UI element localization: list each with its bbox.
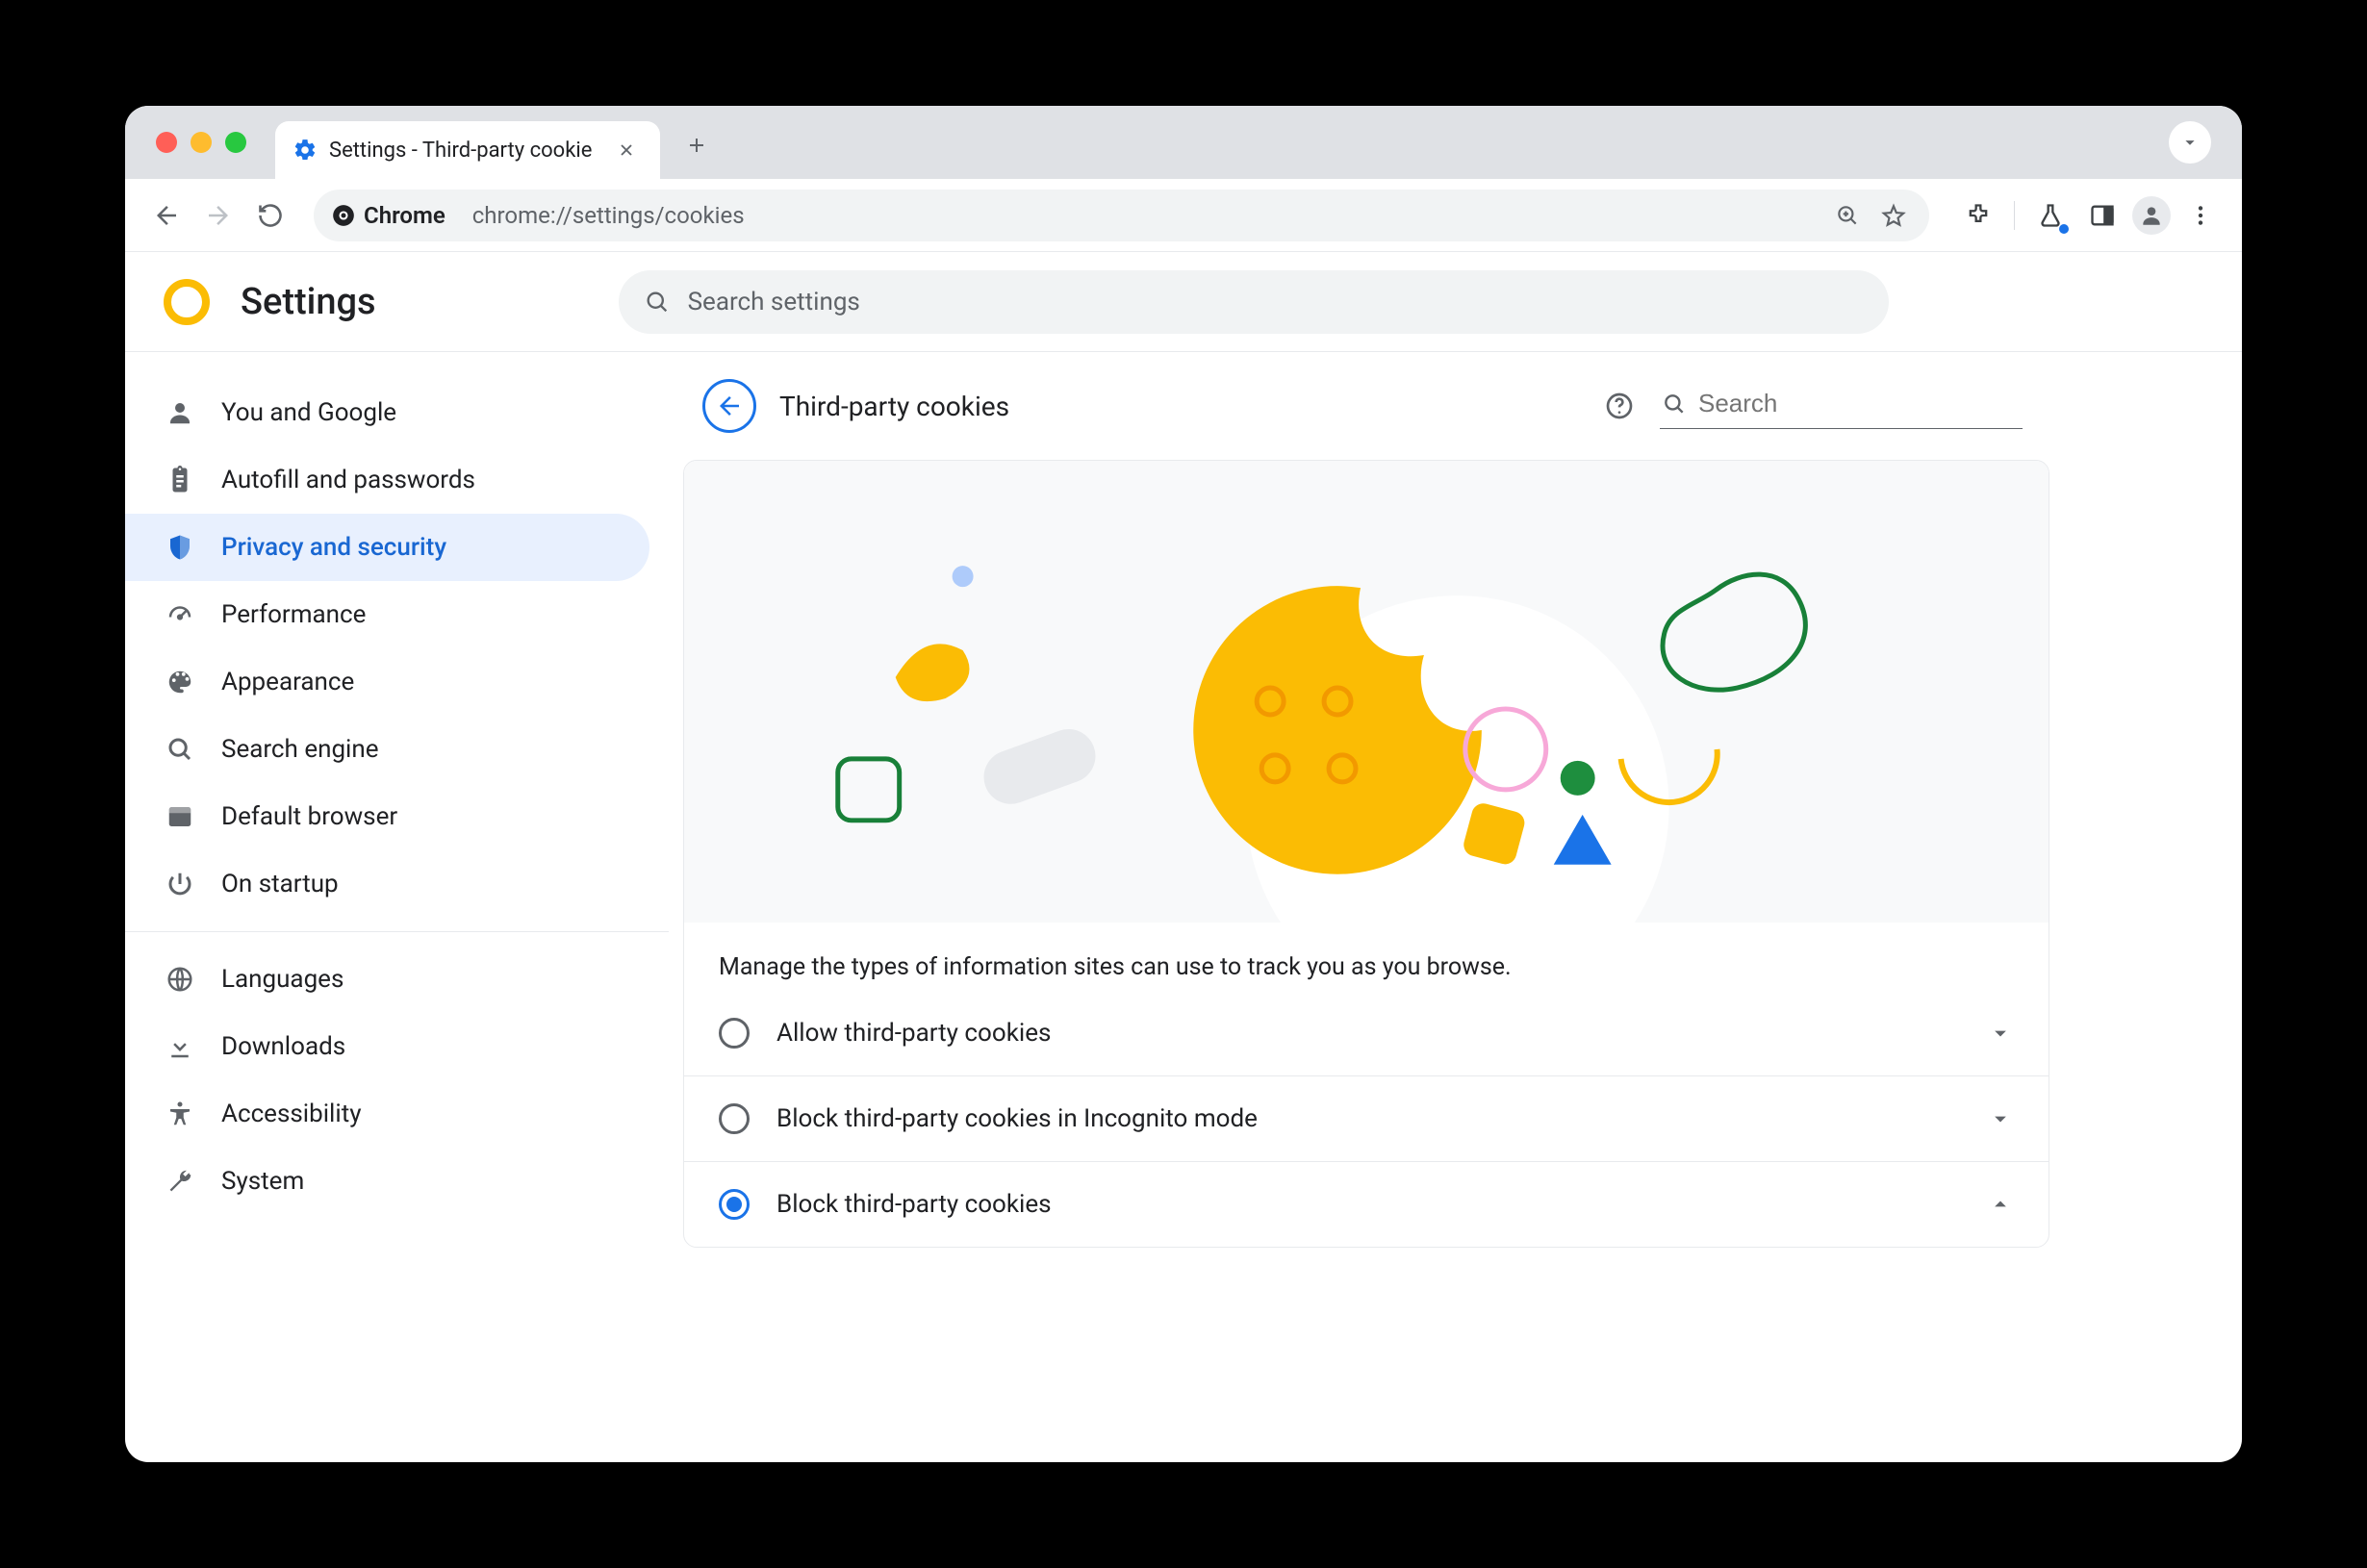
- speedometer-icon: [164, 598, 196, 631]
- sidebar-label: You and Google: [221, 398, 396, 427]
- sidebar-item-default-browser[interactable]: Default browser: [125, 783, 649, 850]
- toolbar-divider: [2014, 201, 2015, 230]
- radio-unchecked-icon: [719, 1018, 750, 1049]
- bookmark-icon[interactable]: [1873, 195, 1914, 236]
- sidebar-item-downloads[interactable]: Downloads: [125, 1013, 649, 1080]
- cookies-description: Manage the types of information sites ca…: [684, 923, 2049, 991]
- settings-content: Settings Search settings You and Google …: [125, 252, 2242, 1462]
- site-chip: Chrome: [331, 202, 459, 229]
- wrench-icon: [164, 1165, 196, 1198]
- sidebar-label: Performance: [221, 600, 366, 629]
- sidebar-item-autofill[interactable]: Autofill and passwords: [125, 446, 649, 514]
- sidebar-item-on-startup[interactable]: On startup: [125, 850, 649, 918]
- chevron-down-icon[interactable]: [1987, 1105, 2014, 1132]
- cookie-options: Allow third-party cookies Block third-pa…: [684, 991, 2049, 1247]
- browser-tab[interactable]: Settings - Third-party cookie: [275, 121, 660, 179]
- search-icon: [644, 289, 671, 316]
- panel-title: Third-party cookies: [779, 391, 1009, 422]
- toolbar-actions: [1950, 193, 2223, 238]
- sidebar-label: On startup: [221, 870, 339, 898]
- close-window-button[interactable]: [156, 132, 177, 153]
- tab-strip: Settings - Third-party cookie: [125, 106, 2242, 179]
- option-block-third-party[interactable]: Block third-party cookies: [684, 1161, 2049, 1247]
- tab-title: Settings - Third-party cookie: [329, 139, 592, 163]
- new-tab-button[interactable]: [677, 126, 716, 164]
- chrome-canary-logo: [164, 279, 210, 325]
- settings-sidebar: You and Google Autofill and passwords Pr…: [125, 352, 683, 1462]
- settings-title: Settings: [241, 281, 376, 323]
- sidebar-label: Languages: [221, 965, 344, 994]
- download-icon: [164, 1030, 196, 1063]
- chevron-up-icon[interactable]: [1987, 1191, 2014, 1218]
- close-tab-button[interactable]: [613, 137, 640, 164]
- search-icon: [1662, 392, 1687, 417]
- sidebar-label: Downloads: [221, 1032, 345, 1061]
- radio-unchecked-icon: [719, 1103, 750, 1134]
- browser-icon: [164, 800, 196, 833]
- option-label: Allow third-party cookies: [776, 1019, 1051, 1048]
- person-icon: [164, 396, 196, 429]
- extensions-icon[interactable]: [1956, 193, 2000, 238]
- panel-back-button[interactable]: [702, 379, 756, 433]
- sidebar-label: Default browser: [221, 802, 397, 831]
- palette-icon: [164, 666, 196, 698]
- sidebar-label: Appearance: [221, 668, 354, 696]
- sidebar-label: Accessibility: [221, 1100, 362, 1128]
- profile-avatar[interactable]: [2132, 196, 2171, 235]
- sidebar-label: Privacy and security: [221, 533, 446, 562]
- browser-toolbar: Chrome chrome://settings/cookies: [125, 179, 2242, 252]
- option-label: Block third-party cookies: [776, 1190, 1052, 1219]
- sidebar-item-languages[interactable]: Languages: [125, 946, 649, 1013]
- sidebar-item-performance[interactable]: Performance: [125, 581, 649, 648]
- sidebar-label: Autofill and passwords: [221, 466, 475, 494]
- search-settings-placeholder: Search settings: [688, 288, 860, 316]
- help-icon[interactable]: [1600, 387, 1639, 425]
- fullscreen-window-button[interactable]: [225, 132, 246, 153]
- option-block-incognito[interactable]: Block third-party cookies in Incognito m…: [684, 1075, 2049, 1161]
- minimize-window-button[interactable]: [191, 132, 212, 153]
- sidebar-item-accessibility[interactable]: Accessibility: [125, 1080, 649, 1148]
- cookies-illustration: [684, 461, 2049, 923]
- more-menu-icon[interactable]: [2178, 193, 2223, 238]
- gear-icon: [293, 138, 318, 163]
- option-label: Block third-party cookies in Incognito m…: [776, 1104, 1258, 1133]
- window-controls: [156, 132, 246, 153]
- chrome-icon: [331, 203, 356, 228]
- clipboard-icon: [164, 464, 196, 496]
- sidebar-item-search-engine[interactable]: Search engine: [125, 716, 649, 783]
- power-icon: [164, 868, 196, 900]
- sidebar-item-privacy[interactable]: Privacy and security: [125, 514, 649, 581]
- browser-window: Settings - Third-party cookie: [125, 106, 2242, 1462]
- side-panel-icon[interactable]: [2080, 193, 2125, 238]
- sidebar-label: Search engine: [221, 735, 379, 764]
- zoom-icon[interactable]: [1827, 195, 1868, 236]
- address-bar[interactable]: Chrome chrome://settings/cookies: [314, 190, 1929, 241]
- accessibility-icon: [164, 1098, 196, 1130]
- labs-icon[interactable]: [2028, 193, 2073, 238]
- sidebar-divider: [125, 931, 669, 932]
- site-chip-label: Chrome: [364, 202, 445, 229]
- search-icon: [164, 733, 196, 766]
- cookies-card: Manage the types of information sites ca…: [683, 460, 2049, 1248]
- reload-button[interactable]: [248, 193, 293, 238]
- tab-search-button[interactable]: [2169, 121, 2211, 164]
- back-button[interactable]: [144, 193, 189, 238]
- option-allow-third-party[interactable]: Allow third-party cookies: [684, 991, 2049, 1075]
- radio-checked-icon: [719, 1189, 750, 1220]
- panel-header: Third-party cookies: [683, 352, 2049, 460]
- forward-button[interactable]: [196, 193, 241, 238]
- settings-main: Third-party cookies: [683, 352, 2242, 1462]
- sidebar-item-you-and-google[interactable]: You and Google: [125, 379, 649, 446]
- settings-header: Settings Search settings: [125, 252, 2242, 352]
- sidebar-item-appearance[interactable]: Appearance: [125, 648, 649, 716]
- chevron-down-icon[interactable]: [1987, 1020, 2014, 1047]
- url-text: chrome://settings/cookies: [472, 202, 745, 229]
- shield-icon: [164, 531, 196, 564]
- globe-icon: [164, 963, 196, 996]
- panel-search[interactable]: [1660, 383, 2023, 429]
- sidebar-label: System: [221, 1167, 304, 1196]
- sidebar-item-system[interactable]: System: [125, 1148, 649, 1215]
- search-settings-input[interactable]: Search settings: [619, 270, 1889, 334]
- panel-search-input[interactable]: [1698, 389, 2021, 418]
